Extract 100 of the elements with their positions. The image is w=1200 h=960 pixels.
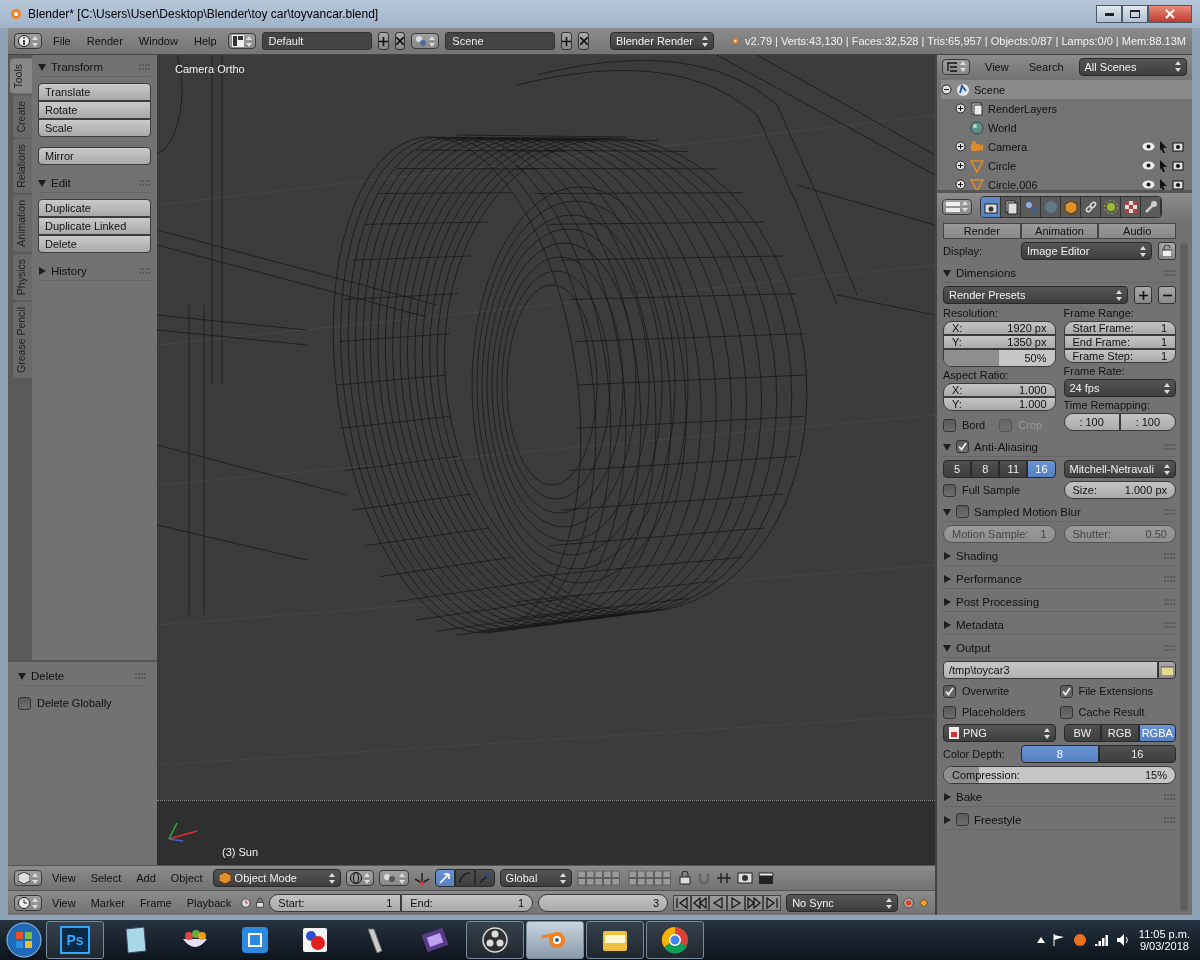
render-action-button[interactable]: Render (943, 223, 1021, 239)
menu-item[interactable]: View (47, 897, 81, 909)
manipulator-toggle[interactable] (474, 869, 495, 887)
grip-icon[interactable] (1164, 575, 1176, 582)
editor-type-button[interactable] (942, 58, 970, 75)
grip-icon[interactable] (139, 63, 151, 70)
expand-toggle-icon[interactable] (955, 179, 966, 190)
context-tab[interactable] (1121, 196, 1141, 217)
rewind-icon[interactable] (693, 896, 708, 910)
checkbox[interactable] (956, 440, 969, 453)
expanded-triangle-icon[interactable] (943, 643, 951, 652)
grip-icon[interactable] (1164, 508, 1176, 515)
expanded-triangle-icon[interactable] (943, 442, 951, 451)
outliner-item[interactable]: World (955, 118, 1192, 137)
expand-toggle-icon[interactable] (955, 103, 966, 114)
grip-icon[interactable] (1164, 443, 1176, 450)
shelf-tab[interactable]: Physics (13, 253, 32, 300)
menu-item[interactable]: Marker (85, 897, 130, 909)
taskbar-button[interactable]: Ps (46, 921, 104, 959)
menu-item[interactable]: Playback (181, 897, 237, 909)
shelf-tab[interactable]: Grease Pencil (13, 301, 32, 378)
expanded-triangle-icon[interactable] (943, 268, 951, 277)
panel-header[interactable]: Anti-Aliasing (943, 437, 1176, 457)
jump-start-icon[interactable] (675, 896, 690, 910)
clock-time[interactable]: 11:05 p.m. (1138, 928, 1190, 940)
menu-item[interactable]: Window (133, 35, 183, 47)
editor-type-button[interactable] (14, 33, 42, 49)
color-mode-toggle[interactable]: RGBA (1138, 724, 1176, 742)
frame-rate-dropdown[interactable]: 24 fps (1063, 379, 1176, 397)
grip-icon[interactable] (1164, 793, 1176, 800)
jump-end-icon[interactable] (765, 896, 780, 910)
render-action-button[interactable]: Animation (1020, 223, 1099, 239)
clapperboard-icon[interactable] (757, 871, 774, 885)
checkbox[interactable] (1059, 705, 1073, 719)
delete-button[interactable] (394, 32, 406, 50)
grip-icon[interactable] (1164, 598, 1176, 605)
checkbox[interactable] (943, 684, 956, 698)
display-dropdown[interactable]: Image Editor (1021, 242, 1152, 260)
sync-dropdown[interactable]: No Sync (786, 894, 899, 912)
menu-item[interactable]: View (47, 872, 81, 884)
panel-header[interactable]: Metadata (943, 615, 1176, 635)
camera-icon[interactable] (1172, 160, 1184, 171)
percentage-slider[interactable]: 50% (943, 349, 1056, 367)
filter-dropdown[interactable]: Mitchell-Netravali (1063, 460, 1176, 478)
panel-header[interactable]: Transform (38, 57, 151, 77)
add-button[interactable] (1134, 286, 1152, 304)
shelf-tab[interactable]: Create (13, 95, 32, 138)
outliner-item[interactable]: Scene (941, 80, 1192, 99)
manipulator-toggle[interactable] (434, 869, 455, 887)
expanded-triangle-icon[interactable] (18, 671, 26, 680)
expand-toggle-icon[interactable] (955, 141, 966, 152)
snap-icon[interactable] (715, 871, 732, 885)
cursor-icon[interactable] (1159, 159, 1168, 172)
presets-dropdown[interactable]: Render Presets (943, 286, 1128, 304)
context-tab[interactable] (981, 196, 1001, 217)
color-mode-toggle[interactable]: BW (1063, 724, 1101, 742)
sample-toggle[interactable]: 11 (999, 460, 1028, 478)
shelf-tab[interactable]: Tools (10, 59, 32, 94)
scene-field[interactable]: Scene (445, 32, 556, 50)
maximize-button[interactable] (1122, 5, 1148, 23)
signal-icon[interactable] (1094, 934, 1109, 946)
tool-button[interactable]: Duplicate (38, 199, 151, 217)
grip-icon[interactable] (1164, 621, 1176, 628)
browse-button[interactable] (1158, 661, 1176, 679)
editor-type-button[interactable] (14, 870, 42, 886)
layout-field[interactable]: Default (261, 32, 372, 50)
tool-button[interactable]: Delete (38, 235, 151, 253)
menu-item[interactable]: Object (165, 872, 208, 884)
menu-item[interactable]: Help (188, 35, 222, 47)
record-icon[interactable] (903, 895, 915, 911)
number-field[interactable]: : 100 (1063, 413, 1120, 431)
number-field[interactable]: Size: 1.000 px (1063, 481, 1176, 499)
flag-icon[interactable] (1052, 934, 1065, 946)
manipulator-icon[interactable] (413, 871, 430, 885)
panel-header[interactable]: Post Processing (943, 592, 1176, 612)
checkbox[interactable] (956, 813, 969, 826)
number-field[interactable]: Y: 1.000 (943, 397, 1056, 411)
panel-header[interactable]: Shading (943, 546, 1176, 566)
eye-icon[interactable] (1142, 161, 1155, 170)
speaker-icon[interactable] (1116, 934, 1131, 946)
menu-item[interactable]: Render (81, 35, 128, 47)
checkbox[interactable] (943, 418, 956, 432)
color-depth-toggle[interactable]: 8 (1021, 745, 1099, 763)
orientation-dropdown[interactable]: Global (499, 869, 572, 887)
mode-dropdown[interactable]: Object Mode (212, 869, 341, 887)
start-orb-icon[interactable] (4, 921, 44, 959)
shelf-tab[interactable]: Animation (13, 194, 32, 252)
render-preview-icon[interactable] (736, 871, 753, 885)
number-field[interactable]: End Frame: 1 (1063, 335, 1176, 349)
clock-date[interactable]: 9/03/2018 (1139, 940, 1189, 952)
eye-icon[interactable] (1142, 142, 1155, 151)
panel-header[interactable]: Delete (18, 666, 147, 686)
outliner-item[interactable]: RenderLayers (955, 99, 1192, 118)
taskbar-button[interactable] (586, 921, 644, 959)
cursor-icon[interactable] (1159, 178, 1168, 190)
number-field[interactable]: : 100 (1119, 413, 1176, 431)
expanded-triangle-icon[interactable] (38, 62, 46, 71)
checkbox[interactable] (1059, 684, 1073, 698)
number-field[interactable]: Y: 1350 px (943, 335, 1056, 349)
outliner-item[interactable]: Circle (955, 156, 1192, 175)
